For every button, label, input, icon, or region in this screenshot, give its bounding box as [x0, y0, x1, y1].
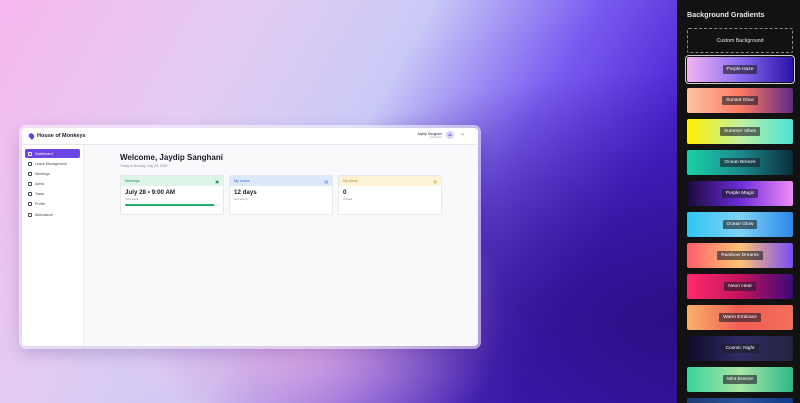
date-line: Today is Monday, July 28, 2025	[120, 164, 168, 168]
sidebar-item-label: Meetings	[35, 171, 50, 176]
summary-cards: Meetings ▣ July 28 • 9:00 AM Scheduled My Le…	[120, 175, 464, 215]
gradient-swatch-purple-magic[interactable]: Purple Magic	[687, 181, 793, 206]
user-name: Jaydip Sanghani	[417, 131, 442, 136]
avatar[interactable]: JS	[445, 131, 454, 139]
nav-icon	[28, 161, 32, 166]
card-header: Meetings ▣	[121, 176, 223, 186]
dashboard-main: Welcome, Jaydip Sanghani Today is Monday…	[84, 145, 478, 346]
card-header: My Alerts ◍	[339, 176, 441, 186]
card-title: Meetings	[125, 179, 140, 183]
user-text: Jaydip Sanghani Employee	[417, 132, 441, 139]
brand-name: House of Monkeys	[37, 133, 86, 139]
nav-icon	[28, 192, 32, 197]
gradient-swatch-warm-embrace[interactable]: Warm Embrace	[687, 305, 793, 330]
sidebar-item-label: Leave Management	[35, 161, 67, 166]
card-value: July 28 • 9:00 AM	[125, 189, 176, 196]
nav-icon	[28, 151, 32, 156]
swatch-label: Ocean Breeze	[720, 158, 760, 167]
gradient-swatch-summer-vibes[interactable]: Summer Vibes	[687, 119, 793, 144]
swatch-label: Sunset Glow	[722, 96, 758, 105]
gradient-swatch-neon-heat[interactable]: Neon Heat	[687, 274, 793, 299]
progress-bar	[125, 204, 219, 206]
swatch-label: Purple Magic	[721, 189, 759, 198]
sidebar-item-tasks[interactable]: Tasks	[25, 190, 80, 199]
nav-icon	[28, 182, 32, 187]
sidebar-item-label: Dashboard	[35, 151, 53, 156]
logout-icon[interactable]: ⇥	[460, 132, 464, 138]
gradient-swatch-sunset-glow[interactable]: Sunset Glow	[687, 88, 793, 113]
card-value: 12 days	[234, 189, 257, 196]
swatch-label: Rainbow Dreams	[717, 251, 763, 260]
swatch-label: Neon Heat	[724, 282, 756, 291]
card-value: 0	[343, 189, 347, 196]
swatch-label: Summer Vibes	[720, 127, 760, 136]
preview-stage: House of Monkeys Jaydip Sanghani Employe…	[0, 0, 677, 403]
sidebar-item-leave-management[interactable]: Leave Management	[25, 159, 80, 168]
sidebar-item-label: Attendance	[35, 212, 54, 217]
swatch-label: Purple Haze	[722, 65, 758, 74]
nav-icon	[28, 212, 32, 217]
gradient-panel: Background Gradients Custom Background P…	[677, 0, 800, 403]
user-role: Employee	[430, 135, 442, 139]
swatch-label: Warm Embrace	[719, 313, 761, 322]
custom-background-button[interactable]: Custom Background	[687, 28, 793, 53]
card-meetings[interactable]: Meetings ▣ July 28 • 9:00 AM Scheduled	[120, 175, 224, 215]
app-header: House of Monkeys Jaydip Sanghani Employe…	[22, 128, 478, 145]
card-subtitle: Scheduled	[125, 197, 139, 201]
nav-icon	[28, 171, 32, 176]
swatch-label: Ocean Glow	[722, 220, 758, 229]
gradient-swatch-mint-breeze[interactable]: Mint Breeze	[687, 367, 793, 392]
app-body: Dashboard Leave Management Meetings Alerts T…	[22, 145, 478, 346]
app-preview-window: House of Monkeys Jaydip Sanghani Employe…	[22, 128, 478, 346]
sidebar-item-meetings[interactable]: Meetings	[25, 169, 80, 178]
sidebar-item-label: Alerts	[35, 182, 45, 187]
location-pin-icon	[27, 132, 36, 140]
card-subtitle: Unread	[343, 197, 353, 201]
gradient-swatch-cosmic-night[interactable]: Cosmic Night	[687, 336, 793, 361]
card-my-alerts[interactable]: My Alerts ◍ 0 Unread	[338, 175, 442, 215]
progress-fill	[125, 204, 215, 206]
card-title: My Leave	[234, 179, 250, 183]
gradient-swatch-rainbow-dreams[interactable]: Rainbow Dreams	[687, 243, 793, 268]
nav-icon	[28, 202, 32, 207]
sidebar-item-profile[interactable]: Profile	[25, 200, 80, 209]
panel-title: Background Gradients	[687, 10, 765, 19]
sidebar: Dashboard Leave Management Meetings Alerts T…	[22, 145, 84, 346]
gradient-swatch-ocean-breeze[interactable]: Ocean Breeze	[687, 150, 793, 175]
user-menu[interactable]: Jaydip Sanghani Employee JS ⇥	[417, 131, 464, 139]
gradient-swatch-purple-haze[interactable]: Purple Haze	[685, 55, 795, 84]
card-my-leave[interactable]: My Leave ▤ 12 days Remaining	[229, 175, 333, 215]
sidebar-item-attendance[interactable]: Attendance	[25, 210, 80, 219]
swatch-label: Mint Breeze	[722, 375, 758, 384]
calendar-icon: ▣	[215, 178, 219, 184]
card-subtitle: Remaining	[234, 197, 248, 201]
card-title: My Alerts	[343, 179, 358, 183]
card-header: My Leave ▤	[230, 176, 332, 186]
sidebar-item-label: Profile	[35, 202, 46, 207]
gradient-list: Purple Haze Sunset Glow Summer Vibes Ocean …	[685, 55, 795, 403]
sidebar-item-label: Tasks	[35, 192, 45, 197]
gradient-swatch-deep-ocean[interactable]: Deep Ocean	[687, 398, 793, 403]
welcome-heading: Welcome, Jaydip Sanghani	[120, 153, 223, 162]
gradient-swatch-ocean-glow[interactable]: Ocean Glow	[687, 212, 793, 237]
bell-icon: ◍	[433, 178, 438, 184]
document-icon: ▤	[324, 178, 328, 184]
brand[interactable]: House of Monkeys	[27, 132, 86, 140]
swatch-label: Cosmic Night	[721, 344, 759, 353]
sidebar-item-alerts[interactable]: Alerts	[25, 180, 80, 189]
sidebar-item-dashboard[interactable]: Dashboard	[25, 149, 80, 158]
